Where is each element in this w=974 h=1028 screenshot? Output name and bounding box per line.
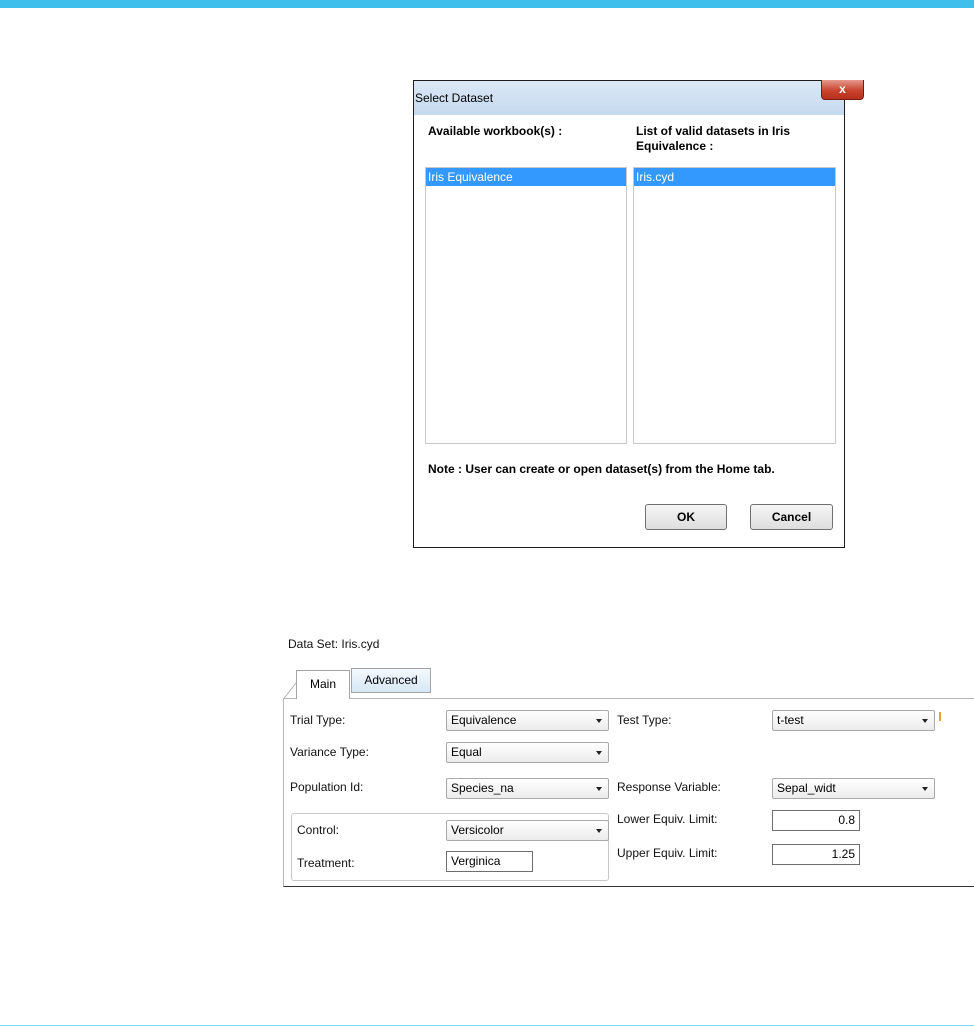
chevron-down-icon — [596, 787, 602, 791]
chevron-down-icon — [596, 719, 602, 723]
datasets-label-line1: List of valid datasets in Iris — [636, 124, 791, 138]
treatment-field[interactable]: Verginica — [446, 851, 533, 872]
test-type-value: t-test — [777, 713, 804, 727]
test-type-select[interactable]: t-test — [772, 710, 935, 731]
datasets-label: List of valid datasets in Iris Equivalen… — [636, 124, 790, 154]
top-accent-bar — [0, 0, 974, 8]
control-label: Control: — [297, 823, 340, 837]
home-tab-note: Note : User can create or open dataset(s… — [428, 462, 775, 476]
chevron-down-icon — [922, 787, 928, 791]
response-variable-select[interactable]: Sepal_widt — [772, 778, 935, 799]
control-select[interactable]: Versicolor — [446, 820, 609, 841]
list-item[interactable]: Iris Equivalence — [426, 168, 626, 186]
select-dataset-dialog: Select Dataset x Available workbook(s) :… — [413, 80, 864, 548]
trial-type-value: Equivalence — [451, 713, 517, 727]
dialog-title: Select Dataset — [415, 91, 494, 105]
chevron-down-icon — [596, 829, 602, 833]
variance-type-label: Variance Type: — [290, 745, 369, 759]
trial-type-label: Trial Type: — [290, 713, 346, 727]
upper-limit-label: Upper Equiv. Limit: — [617, 846, 718, 860]
response-variable-value: Sepal_widt — [777, 781, 836, 795]
ok-button[interactable]: OK — [645, 504, 727, 530]
chevron-down-icon — [922, 719, 928, 723]
variance-type-select[interactable]: Equal — [446, 742, 609, 763]
tab-main[interactable]: Main — [296, 670, 350, 699]
treatment-label: Treatment: — [297, 856, 355, 870]
lower-limit-field[interactable]: 0.8 — [772, 810, 860, 831]
response-variable-label: Response Variable: — [617, 780, 721, 794]
population-id-label: Population Id: — [290, 780, 364, 794]
population-id-select[interactable]: Species_na — [446, 778, 609, 799]
control-value: Versicolor — [451, 823, 504, 837]
field-marker — [939, 712, 941, 721]
variance-type-value: Equal — [451, 745, 482, 759]
cancel-button[interactable]: Cancel — [750, 504, 833, 530]
chevron-down-icon — [596, 751, 602, 755]
trial-type-select[interactable]: Equivalence — [446, 710, 609, 731]
bottom-accent-line — [0, 1025, 974, 1026]
dialog-body: Available workbook(s) : List of valid da… — [414, 115, 844, 547]
upper-limit-field[interactable]: 1.25 — [772, 844, 860, 865]
close-button[interactable]: x — [821, 80, 864, 100]
close-icon: x — [839, 82, 846, 96]
dialog-title-bar[interactable]: Select Dataset x — [414, 80, 864, 115]
dataset-label: Data Set: Iris.cyd — [288, 637, 380, 651]
datasets-label-line2: Equivalence : — [636, 139, 714, 153]
lower-limit-label: Lower Equiv. Limit: — [617, 812, 718, 826]
tab-advanced[interactable]: Advanced — [351, 668, 431, 693]
list-item[interactable]: Iris.cyd — [634, 168, 835, 186]
workbooks-label: Available workbook(s) : — [428, 124, 563, 138]
workbooks-list[interactable]: Iris Equivalence — [425, 167, 627, 444]
population-id-value: Species_na — [451, 781, 514, 795]
datasets-list[interactable]: Iris.cyd — [633, 167, 836, 444]
test-type-label: Test Type: — [617, 713, 672, 727]
